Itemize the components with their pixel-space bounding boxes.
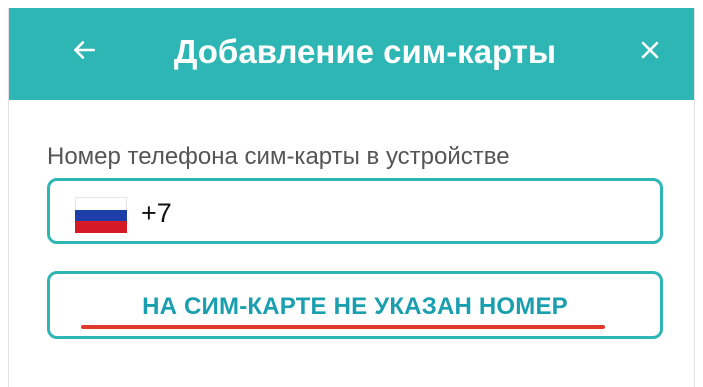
dialog-window: Добавление сим-карты Номер телефона сим-… — [0, 0, 703, 387]
flag-blue-stripe — [75, 209, 127, 222]
arrow-left-icon — [74, 41, 96, 59]
phone-country-code[interactable]: +7 — [141, 198, 172, 228]
close-icon — [641, 41, 659, 59]
flag-white-stripe — [75, 197, 127, 210]
dialog-title: Добавление сим-карты — [173, 33, 557, 70]
red-underline-annotation — [81, 325, 605, 329]
phone-number-field[interactable]: +7 — [47, 178, 663, 244]
sim-number-status-button[interactable]: НА СИМ-КАРТЕ НЕ УКАЗАН НОМЕР — [47, 271, 663, 339]
close-button[interactable] — [630, 30, 670, 70]
sim-number-status-text: НА СИМ-КАРТЕ НЕ УКАЗАН НОМЕР — [142, 293, 568, 320]
flag-red-stripe — [75, 221, 127, 234]
russia-flag-icon[interactable] — [75, 197, 127, 234]
phone-field-label: Номер телефона сим-карты в устройстве — [47, 143, 510, 170]
back-button[interactable] — [64, 30, 104, 70]
dialog-right-border — [694, 8, 695, 387]
